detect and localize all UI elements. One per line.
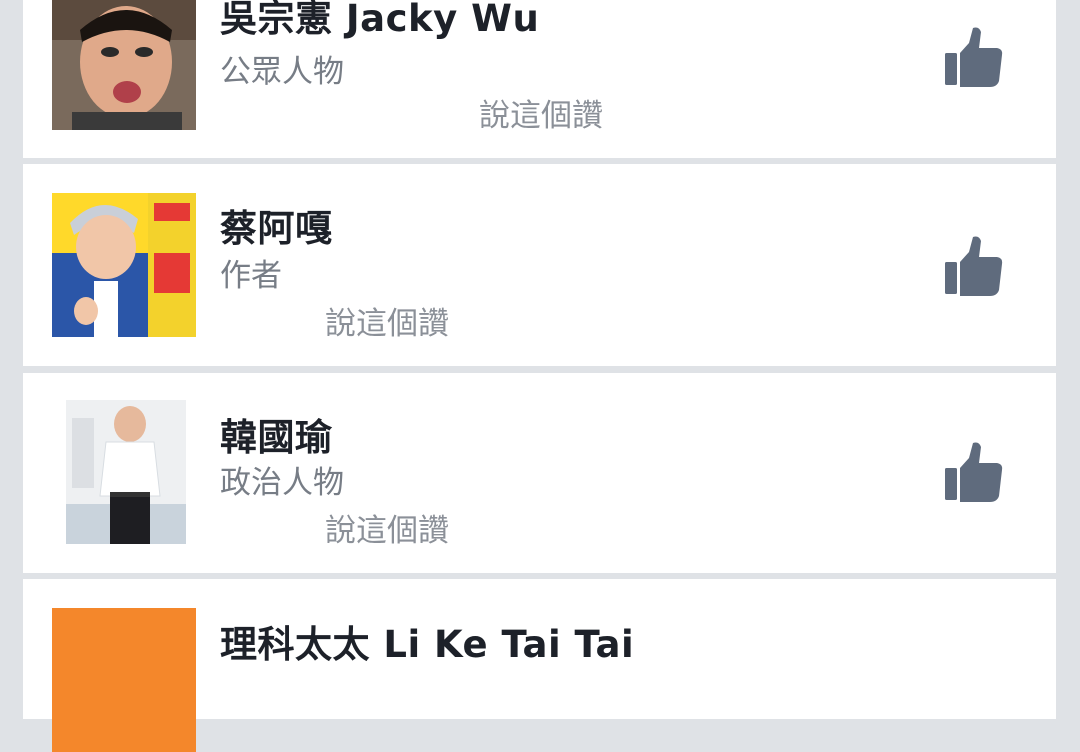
- avatar[interactable]: [52, 0, 196, 130]
- like-button[interactable]: [945, 441, 1003, 503]
- list-item[interactable]: 蔡阿嘎 作者 說這個讚: [23, 164, 1056, 366]
- page-name[interactable]: 韓國瑜: [220, 407, 333, 461]
- like-button[interactable]: [945, 26, 1003, 88]
- page-name[interactable]: 理科太太 Li Ke Tai Tai: [220, 614, 634, 668]
- likes-text: 說這個讚: [325, 306, 449, 342]
- page-category: 作者: [220, 258, 282, 294]
- page-category: 公眾人物: [220, 54, 344, 90]
- liked-pages-list: 吳宗憲 Jacky Wu 公眾人物 說這個讚 蔡阿嘎 作者 說這個讚 韓國瑜 政…: [23, 0, 1056, 752]
- avatar[interactable]: [66, 400, 186, 544]
- portrait-photo: [66, 400, 186, 544]
- list-item[interactable]: 理科太太 Li Ke Tai Tai: [23, 579, 1056, 752]
- list-item[interactable]: 韓國瑜 政治人物 說這個讚: [23, 373, 1056, 573]
- page-name[interactable]: 蔡阿嘎: [220, 198, 333, 252]
- thumbs-up-icon: [945, 236, 1003, 296]
- portrait-photo: [52, 0, 196, 130]
- avatar[interactable]: [52, 193, 196, 337]
- likes-text: 說這個讚: [325, 513, 449, 549]
- page-name[interactable]: 吳宗憲 Jacky Wu: [220, 0, 539, 42]
- thumbs-up-icon: [945, 27, 1003, 87]
- portrait-photo: [52, 193, 196, 337]
- likes-text: 說這個讚: [479, 98, 603, 134]
- list-item[interactable]: 吳宗憲 Jacky Wu 公眾人物 說這個讚: [23, 0, 1056, 158]
- page-category: 政治人物: [220, 465, 344, 501]
- thumbs-up-icon: [945, 442, 1003, 502]
- like-button[interactable]: [945, 235, 1003, 297]
- avatar[interactable]: [52, 608, 196, 752]
